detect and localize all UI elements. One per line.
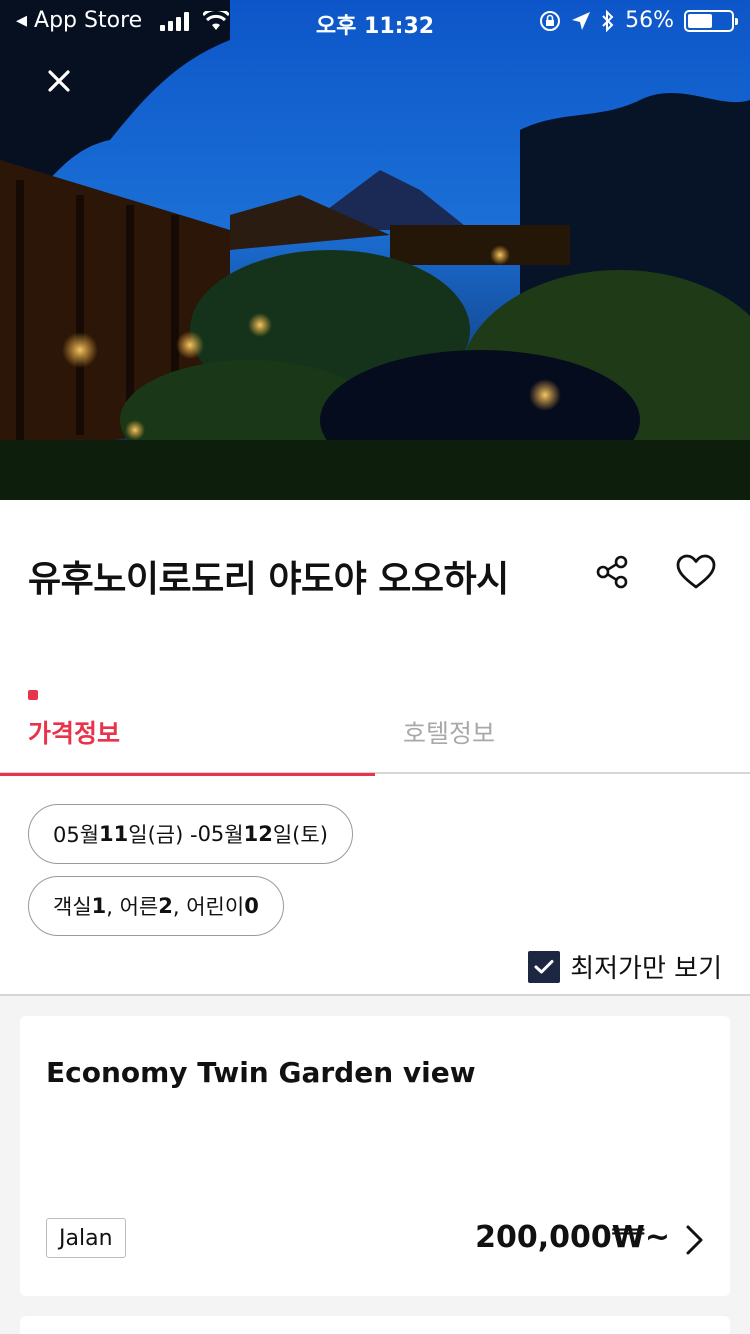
hero-image: ◂ App Store 오후 11:32 56% <box>0 0 750 500</box>
heart-icon <box>676 554 716 589</box>
location-arrow-icon <box>572 11 591 30</box>
guest-part: 2 <box>158 894 173 918</box>
guest-part: 객실 <box>53 895 92 919</box>
cheapest-only-toggle[interactable]: 최저가만 보기 <box>528 948 722 985</box>
guest-part: , 어린이 <box>172 895 245 919</box>
battery-level <box>688 13 712 28</box>
cheapest-only-checkbox[interactable] <box>528 950 561 983</box>
room-name: Economy Twin Garden view <box>46 1056 476 1089</box>
share-icon <box>596 555 628 589</box>
date-part: 11 <box>99 822 129 846</box>
hotel-garden-photo <box>0 0 750 500</box>
share-button[interactable] <box>588 548 636 596</box>
bluetooth-icon <box>602 9 614 32</box>
date-range-selector[interactable]: 05월 11 일(금) - 05 월 12 일(토) <box>28 804 353 864</box>
room-card-partial[interactable] <box>20 1316 730 1334</box>
status-bar: ◂ App Store 오후 11:32 56% <box>0 0 750 42</box>
guest-room-selector[interactable]: 객실 1, 어른 2, 어린이 0 <box>28 876 284 936</box>
cheapest-only-label: 최저가만 보기 <box>570 954 722 984</box>
date-part: 05월 <box>53 823 100 847</box>
date-part: 05 <box>197 822 225 846</box>
date-part: 일(금) - <box>128 823 198 847</box>
favorite-button[interactable] <box>672 548 720 596</box>
guest-part: , 어른 <box>106 895 159 919</box>
date-part: 12 <box>243 822 273 846</box>
chevron-right-icon[interactable] <box>680 1224 708 1256</box>
checkmark-icon <box>534 959 554 973</box>
room-card[interactable]: Economy Twin Garden view Jalan 200,000₩~ <box>20 1016 730 1296</box>
close-button[interactable] <box>30 55 88 107</box>
guest-part: 1 <box>91 894 107 918</box>
active-tab-indicator <box>28 690 38 700</box>
date-part: 월 <box>224 823 244 847</box>
rotation-lock-icon <box>540 10 561 31</box>
tab-label: 호텔정보 <box>403 719 496 748</box>
booking-source-badge: Jalan <box>46 1218 126 1258</box>
room-results-list: Economy Twin Garden view Jalan 200,000₩~ <box>0 994 750 1334</box>
battery-percent: 56% <box>625 8 674 33</box>
tab-bar: 가격정보 호텔정보 <box>0 680 750 776</box>
close-icon <box>48 70 70 92</box>
tab-hotel-info[interactable]: 호텔정보 <box>375 680 750 774</box>
tab-price-info[interactable]: 가격정보 <box>0 680 375 776</box>
room-price: 200,000₩~ <box>475 1220 670 1255</box>
date-part: 일(토) <box>272 823 328 847</box>
hotel-name: 유후노이로도리 야도야 오오하시 <box>28 559 509 600</box>
hotel-header: 유후노이로도리 야도야 오오하시 <box>0 500 750 650</box>
tab-label: 가격정보 <box>28 719 121 748</box>
battery-icon <box>684 9 738 32</box>
guest-part: 0 <box>244 894 259 918</box>
